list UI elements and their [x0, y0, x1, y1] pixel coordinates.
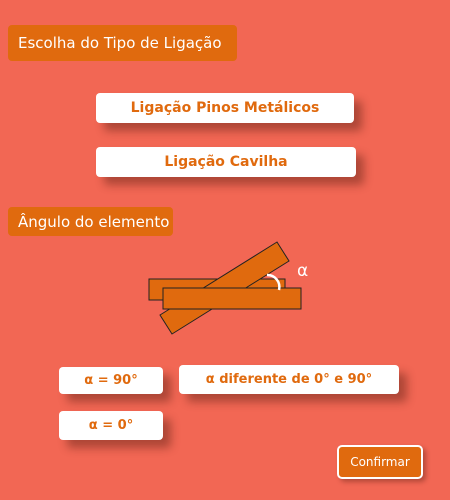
- angle-diagram: α: [148, 241, 308, 335]
- alpha-0-option-button[interactable]: α = 0°: [59, 411, 163, 440]
- alpha-other-option-button[interactable]: α diferente de 0° e 90°: [179, 365, 399, 394]
- alpha-90-option-button[interactable]: α = 90°: [59, 367, 163, 394]
- confirm-button[interactable]: Confirmar: [337, 445, 423, 479]
- horizontal-element-front: [162, 287, 302, 310]
- element-angle-heading: Ângulo do elemento: [8, 207, 173, 236]
- connection-type-heading: Escolha do Tipo de Ligação: [8, 25, 237, 61]
- alpha-label: α: [297, 261, 308, 281]
- cavilha-option-button[interactable]: Ligação Cavilha: [96, 147, 356, 177]
- pinos-metalicos-option-button[interactable]: Ligação Pinos Metálicos: [96, 93, 354, 123]
